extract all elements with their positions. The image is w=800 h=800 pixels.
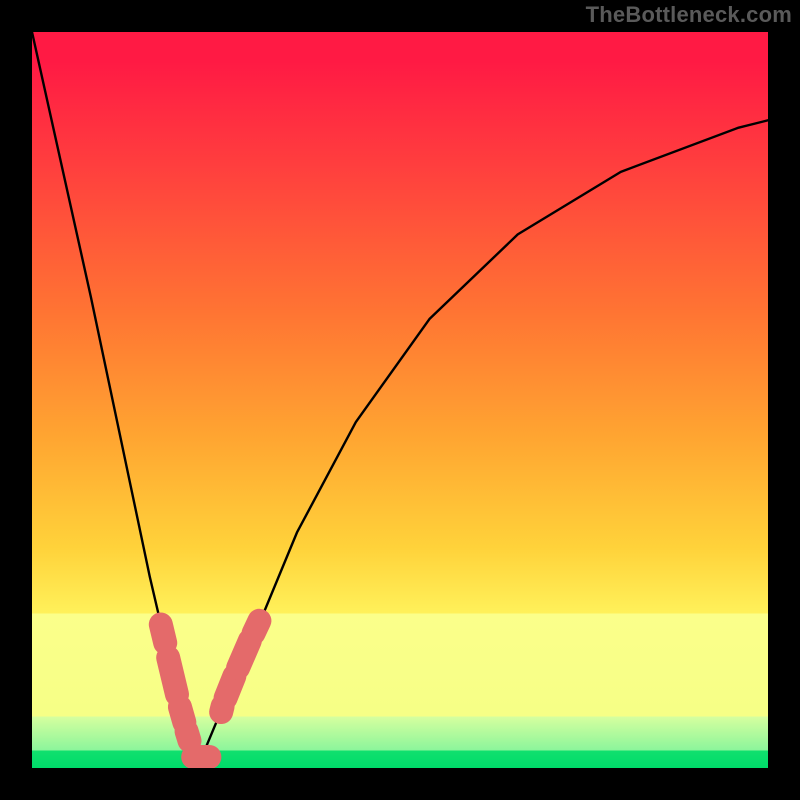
marker-capsule-7 <box>238 641 250 668</box>
marker-capsule-1 <box>168 658 177 695</box>
marker-layer <box>32 32 768 768</box>
marker-capsule-8 <box>254 621 260 634</box>
chart-frame: TheBottleneck.com <box>0 0 800 800</box>
marker-capsule-0 <box>161 624 165 642</box>
marker-capsule-3 <box>187 731 190 741</box>
plot-area <box>32 32 768 768</box>
marker-group <box>161 621 260 757</box>
attribution-text: TheBottleneck.com <box>586 2 792 28</box>
marker-capsule-6 <box>226 676 235 698</box>
